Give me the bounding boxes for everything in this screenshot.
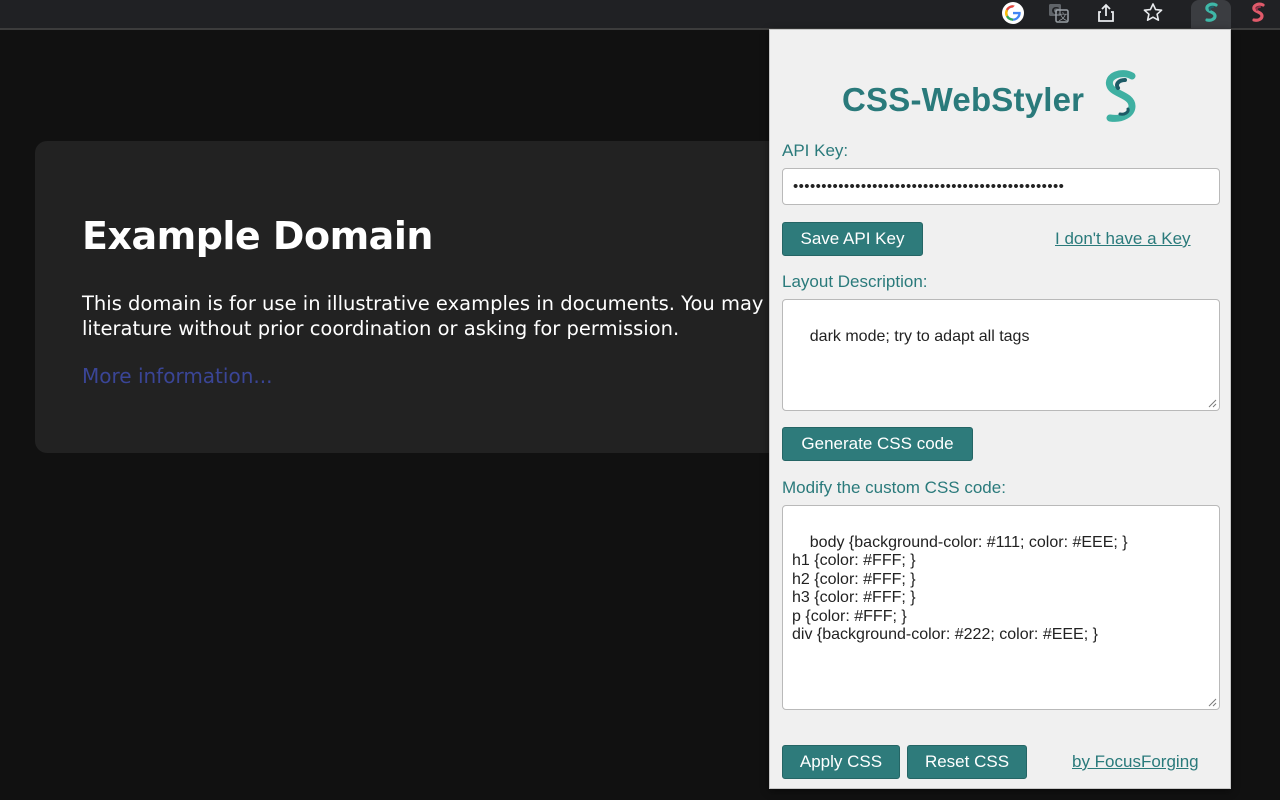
generate-css-button[interactable]: Generate CSS code — [782, 427, 973, 461]
no-api-key-link[interactable]: I don't have a Key — [1055, 229, 1191, 249]
resize-grip-icon[interactable] — [1207, 697, 1217, 707]
apply-css-button[interactable]: Apply CSS — [782, 745, 900, 779]
api-key-input[interactable]: ••••••••••••••••••••••••••••••••••••••••… — [782, 168, 1220, 205]
more-information-link[interactable]: More information... — [82, 364, 272, 388]
api-key-label: API Key: — [782, 141, 848, 161]
css-webstyler-extension-icon[interactable] — [1198, 0, 1224, 26]
by-focusforging-link[interactable]: by FocusForging — [1072, 752, 1199, 772]
example-domain-card: Example Domain This domain is for use in… — [35, 141, 795, 453]
save-api-key-button[interactable]: Save API Key — [782, 222, 923, 256]
layout-description-label: Layout Description: — [782, 272, 928, 292]
css-webstyler-logo-icon — [1098, 70, 1144, 131]
share-icon[interactable] — [1093, 0, 1119, 26]
reset-css-button[interactable]: Reset CSS — [907, 745, 1027, 779]
layout-description-text: dark mode; try to adapt all tags — [810, 328, 1030, 345]
google-icon[interactable] — [1000, 0, 1026, 26]
brand-header: CSS-WebStyler — [842, 70, 1144, 130]
browser-toolbar: G 文 — [0, 0, 1280, 30]
extension-icon[interactable] — [1245, 0, 1271, 26]
translate-icon[interactable]: G 文 — [1046, 0, 1072, 26]
svg-text:文: 文 — [1059, 11, 1068, 23]
css-webstyler-popup: CSS-WebStyler API Key: •••••••••••••••••… — [769, 29, 1231, 789]
layout-description-textarea[interactable]: dark mode; try to adapt all tags — [782, 299, 1220, 411]
custom-css-text: body {background-color: #111; color: #EE… — [792, 534, 1128, 644]
page-paragraph: This domain is for use in illustrative e… — [82, 291, 795, 341]
custom-css-textarea[interactable]: body {background-color: #111; color: #EE… — [782, 505, 1220, 710]
custom-css-label: Modify the custom CSS code: — [782, 478, 1006, 498]
brand-title: CSS-WebStyler — [842, 81, 1084, 119]
resize-grip-icon[interactable] — [1207, 398, 1217, 408]
page-title: Example Domain — [82, 214, 433, 258]
bookmark-star-icon[interactable] — [1140, 0, 1166, 26]
